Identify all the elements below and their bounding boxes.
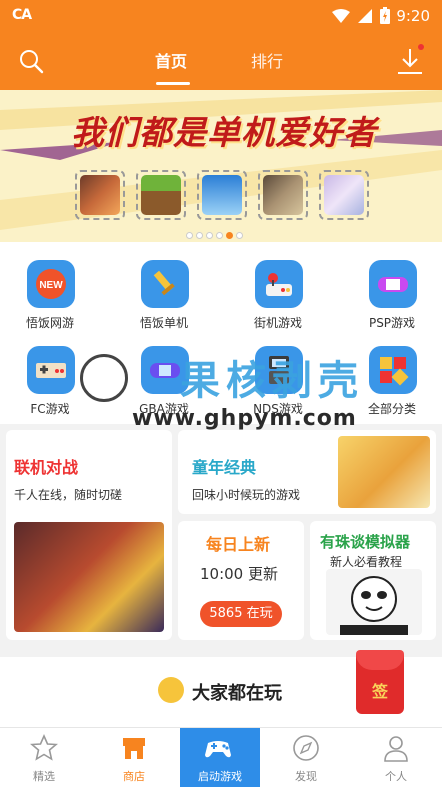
category-all[interactable]: 全部分类 [342,334,442,416]
battery-icon [380,7,390,24]
nav-profile[interactable]: 个人 [352,728,440,787]
card-title: 联机对战 [14,458,79,477]
card-title: 童年经典 [192,458,257,477]
category-grid: NEW 悟饭网游 悟饭单机 街机游戏 PSP游戏 FC游戏 GBA游戏 NDS游… [0,242,442,424]
category-label: 悟饭单机 [139,316,188,330]
wifi-icon [332,9,350,23]
card-subtitle: 回味小时候玩的游戏 [192,488,301,502]
tab-ranking[interactable]: 排行 [251,48,283,72]
carousel-dot[interactable] [196,232,203,239]
svg-text:NEW: NEW [39,280,63,291]
card-title: 有珠谈模拟器 [320,533,411,551]
envelope-flap [356,650,404,670]
update-time: 10:00 更新 [200,565,278,583]
sign-in-label: 签 [371,682,388,701]
active-tab-indicator [156,82,190,85]
psp-icon [369,260,417,308]
top-bar: CA 9:20 首页 排行 [0,0,442,90]
card-multiplayer[interactable]: 联机对战 千人在线，随时切磋 [6,430,172,640]
pokemon-art-image [338,436,430,508]
fc-controller-icon [27,346,75,394]
clock: 9:20 [396,7,430,25]
category-label: FC游戏 [30,402,70,416]
carousel-dot[interactable] [236,232,243,239]
game-thumb-minecraft[interactable] [136,170,186,220]
category-label: NDS游戏 [253,402,303,416]
store-icon [123,738,145,759]
category-label: 悟饭网游 [25,316,74,330]
category-label: 街机游戏 [253,316,302,330]
search-icon[interactable] [18,48,44,74]
category-wufan-single[interactable]: 悟饭单机 [114,248,214,330]
person-icon [384,736,408,762]
nav-label: 商店 [123,770,145,783]
banner-game-thumbs [73,170,373,222]
nav-label: 个人 [385,770,407,783]
bottom-nav: 精选 商店 启动游戏 发现 个人 [0,727,442,787]
category-wufan-online[interactable]: NEW 悟饭网游 [0,248,100,330]
gba-icon [141,346,189,394]
carousel-dot[interactable] [206,232,213,239]
carrier-icon: CA [12,7,32,23]
playing-count-button[interactable]: 5865 在玩 [200,601,282,627]
carousel-dot-active[interactable] [226,232,233,239]
card-classic[interactable]: 童年经典 回味小时候玩的游戏 [178,430,436,514]
promo-banner[interactable]: 我们都是单机爱好者 [0,90,442,242]
app: CA 9:20 首页 排行 我们都是单机爱好者 NEW 悟饭网游 悟饭单机 街机… [0,0,442,787]
carousel-dot[interactable] [186,232,193,239]
card-daily-new[interactable]: 每日上新 10:00 更新 5865 在玩 [178,521,304,640]
header-nav: 首页 排行 [0,32,442,90]
notification-dot [418,44,424,50]
card-emulator-guide[interactable]: 有珠谈模拟器 新人必看教程 [310,521,436,640]
category-label: GBA游戏 [139,402,189,416]
game-thumb-penguin[interactable] [197,170,247,220]
signal-icon [358,9,372,23]
section-title: 大家都在玩 [192,683,282,704]
sword-icon [141,260,189,308]
fighter-art-image [14,522,164,632]
nav-store[interactable]: 商店 [90,728,178,787]
download-icon[interactable] [396,46,424,76]
card-subtitle: 新人必看教程 [330,555,403,569]
arcade-stick-icon [255,260,303,308]
game-thumb-soldier[interactable] [258,170,308,220]
new-badge-icon: NEW [27,260,75,308]
gamepad-icon [205,741,231,758]
carousel-dot[interactable] [216,232,223,239]
nds-icon [255,346,303,394]
nav-featured[interactable]: 精选 [0,728,88,787]
banner-headline: 我们都是单机爱好者 [71,113,377,152]
nav-label: 发现 [295,770,317,783]
nav-label: 启动游戏 [198,770,242,783]
category-fc[interactable]: FC游戏 [0,334,100,416]
nav-discover[interactable]: 发现 [262,728,350,787]
category-label: 全部分类 [367,402,416,416]
nav-label: 精选 [33,770,55,783]
panda-face-icon [340,576,408,635]
status-bar: CA 9:20 [0,0,442,32]
category-arcade[interactable]: 街机游戏 [228,248,328,330]
nav-launch-game[interactable]: 启动游戏 [180,728,260,787]
card-title: 每日上新 [206,535,271,554]
category-psp[interactable]: PSP游戏 [342,248,442,330]
all-categories-icon [369,346,417,394]
tab-home[interactable]: 首页 [155,48,187,72]
category-gba[interactable]: GBA游戏 [114,334,214,416]
game-thumb-gta[interactable] [75,170,125,220]
star-icon [30,734,58,761]
smile-icon [158,677,184,703]
compass-icon [293,735,319,761]
carousel-dots [186,224,246,239]
game-thumb-anime[interactable] [319,170,369,220]
feature-cards: 联机对战 千人在线，随时切磋 童年经典 回味小时候玩的游戏 每日上新 10:00… [0,430,442,650]
category-label: PSP游戏 [368,316,416,330]
category-nds[interactable]: NDS游戏 [228,334,328,416]
meme-face-image [326,569,422,635]
card-subtitle: 千人在线，随时切磋 [14,488,123,502]
sign-in-red-envelope[interactable]: 签 [356,650,404,714]
